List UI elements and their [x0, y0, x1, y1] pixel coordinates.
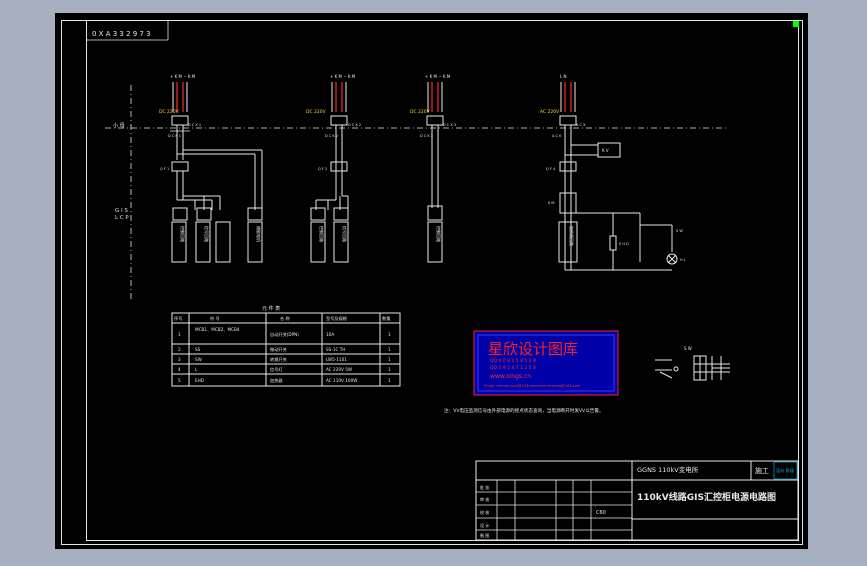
svg-text:S W: S W: [684, 346, 692, 351]
svg-text:A C K: A C K: [552, 134, 562, 138]
svg-text:信号回路: 信号回路: [204, 226, 210, 242]
svg-text:加热器: 加热器: [270, 377, 283, 384]
svg-text:1: 1: [388, 357, 391, 362]
svg-text:Q F 1: Q F 1: [160, 167, 169, 171]
phase-badge: 设计 阶段: [776, 467, 795, 474]
circuit-1-voltage: DC 220V: [159, 109, 180, 115]
drawing-note: 注：VV电压监测信号由外部电源的接点状态查询，当电源断开时发VV以告警。: [444, 407, 604, 414]
svg-text:审 核: 审 核: [480, 496, 489, 502]
table-title: 元 件 表: [262, 305, 280, 312]
svg-text:+ K M − K M: + K M − K M: [425, 74, 451, 79]
svg-text:S W: S W: [676, 229, 683, 233]
svg-text:设 计: 设 计: [480, 522, 489, 528]
watermark-title: 星欣设计图库: [488, 340, 578, 358]
svg-text:DC 220V: DC 220V: [306, 109, 327, 115]
svg-text:D C X 2: D C X 2: [348, 123, 361, 127]
svg-text:3: 3: [178, 357, 181, 362]
svg-text:型号及规格: 型号及规格: [326, 315, 348, 322]
project-name: GGNS 110kV变电所: [637, 465, 699, 474]
svg-text:2: 2: [178, 347, 181, 352]
svg-text:10A: 10A: [326, 332, 334, 337]
svg-text:Email: alichen.cool@163.com/ms: Email: alichen.cool@163.com/msn:xinsang@…: [484, 384, 581, 388]
svg-text:AC 110V 100W: AC 110V 100W: [326, 378, 357, 383]
svg-text:E H D: E H D: [619, 242, 629, 246]
svg-text:控制回路: 控制回路: [319, 226, 325, 242]
cad-viewport[interactable]: 0 Ⅹ A 3 3 2 9 7 3 小 母 G I S L C P + K M …: [0, 0, 867, 562]
svg-text:DC 220V: DC 220V: [410, 109, 431, 115]
svg-text:1: 1: [178, 332, 181, 337]
svg-text:微动开关: 微动开关: [270, 346, 287, 353]
svg-text:EHD: EHD: [195, 378, 204, 383]
svg-text:控制回路: 控制回路: [436, 226, 442, 242]
svg-text:D C K 2: D C K 2: [325, 134, 338, 138]
svg-text:L N: L N: [560, 74, 567, 79]
svg-text:Q F 2: Q F 2: [318, 167, 327, 171]
svg-text:5: 5: [178, 378, 181, 383]
corner-marker: [793, 21, 799, 27]
corner-code: 0 Ⅹ A 3 3 2 9 7 3: [92, 30, 151, 38]
svg-text:www.xings.cn: www.xings.cn: [490, 373, 531, 380]
svg-text:控制回路: 控制回路: [180, 226, 186, 242]
watermark-logo: 星欣设计图库 QQ:4 0 8 1 5 8 5 3 8 QQ:1 9 5 4 7…: [473, 330, 619, 396]
svg-text:1: 1: [388, 367, 391, 372]
drawing-title: 110kV线路GIS汇控柜电源电路图: [637, 491, 776, 503]
svg-text:制 图: 制 图: [480, 532, 489, 538]
svg-text:名 称: 名 称: [280, 315, 290, 322]
svg-text:A C X: A C X: [576, 123, 586, 127]
svg-text:D C X 3: D C X 3: [443, 123, 456, 127]
svg-text:4: 4: [178, 367, 181, 372]
svg-text:H L: H L: [680, 258, 686, 262]
svg-text:K V: K V: [602, 148, 609, 153]
svg-text:+ K M − K M: + K M − K M: [330, 74, 356, 79]
svg-text:D C X 1: D C X 1: [188, 123, 201, 127]
svg-text:序号: 序号: [174, 315, 182, 322]
svg-text:LW5-1101: LW5-1101: [326, 357, 347, 362]
svg-text:SW: SW: [195, 357, 202, 362]
svg-text:D C K 1: D C K 1: [168, 134, 181, 138]
svg-text:批 准: 批 准: [480, 484, 489, 490]
svg-text:D C K 3: D C K 3: [420, 134, 433, 138]
svg-text:SS-1C TH: SS-1C TH: [326, 347, 345, 352]
svg-text:符 号: 符 号: [210, 315, 220, 322]
svg-text:转换开关: 转换开关: [270, 356, 287, 363]
svg-text:Q F 4: Q F 4: [546, 167, 556, 171]
circuit-1-top-labels: + K M − K M: [170, 74, 196, 79]
svg-text:自动开关(DPN): 自动开关(DPN): [270, 331, 299, 338]
svg-text:加热器回路: 加热器回路: [569, 226, 575, 246]
svg-text:1: 1: [388, 332, 391, 337]
svg-text:信号灯: 信号灯: [270, 366, 283, 373]
svg-text:数量: 数量: [382, 315, 390, 322]
svg-text:SS: SS: [195, 347, 201, 352]
svg-text:1: 1: [388, 378, 391, 383]
svg-text:储能电机: 储能电机: [256, 226, 262, 242]
svg-text:K M: K M: [548, 201, 554, 205]
sheet-number: C60: [596, 510, 606, 516]
svg-text:AC 220V 5W: AC 220V 5W: [326, 367, 352, 372]
svg-text:信号回路: 信号回路: [342, 226, 348, 242]
design-stage: 施工: [755, 466, 769, 475]
svg-text:1: 1: [388, 347, 391, 352]
svg-text:QQ:4 0 8 1 5 8 5 3 8: QQ:4 0 8 1 5 8 5 3 8: [490, 358, 536, 364]
svg-text:QQ:1 9 5 4 7 1 2 5 8: QQ:1 9 5 4 7 1 2 5 8: [490, 365, 536, 371]
svg-text:AC 220V: AC 220V: [540, 109, 560, 115]
svg-text:校 核: 校 核: [480, 509, 489, 515]
gis-label: G I S: [115, 208, 128, 214]
lcp-label: L C P: [115, 215, 129, 221]
svg-text:MCB1、MCB2、MCB4: MCB1、MCB2、MCB4: [195, 327, 240, 332]
